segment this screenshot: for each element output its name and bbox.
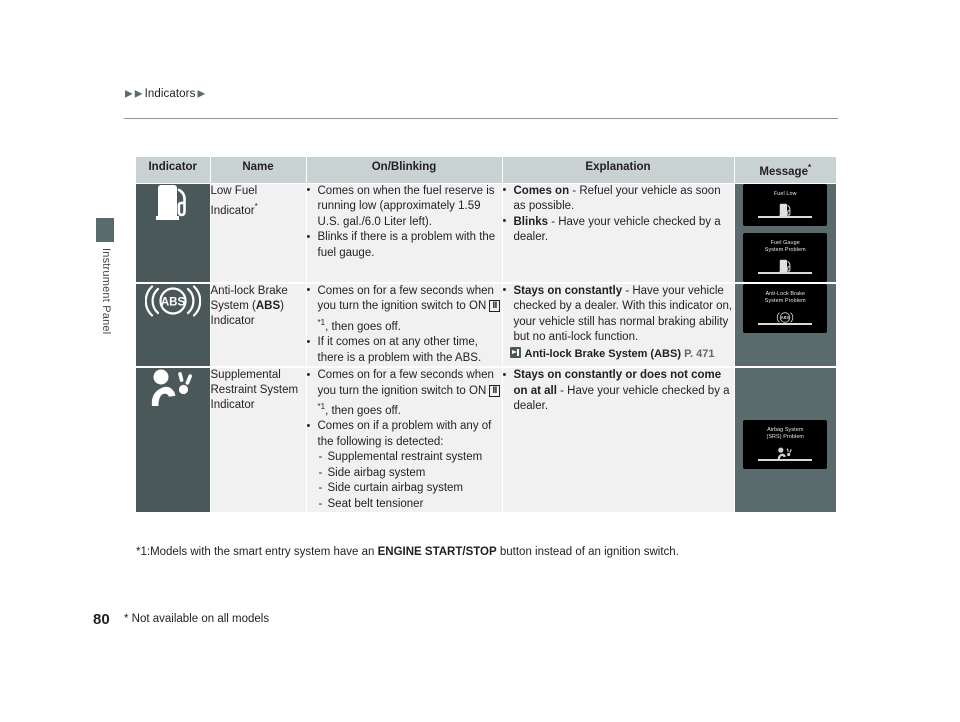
message-cell-srs: Airbag System (SRS) Problem	[734, 367, 836, 515]
table-row: ABS Anti-lock Brake System (ABS) Indicat…	[136, 282, 836, 369]
list-item: Comes on when the fuel reserve is runnin…	[307, 183, 502, 231]
footnote-ref: *1	[317, 402, 326, 412]
list-item: Comes on if a problem with any of the fo…	[307, 419, 502, 512]
message-screen-glyph: ABS	[746, 307, 824, 329]
explanation-keyword: Stays on constantly	[513, 284, 623, 297]
svg-text:ABS: ABS	[781, 315, 790, 320]
list-item: Stays on constantly or does not come on …	[503, 368, 734, 415]
sub-list-item: Seat belt tensioner	[318, 497, 502, 513]
indicator-cell-srs	[136, 367, 211, 515]
breadcrumb-arrow-icon: ▶	[134, 88, 143, 100]
on-blinking-text: Comes on for a few seconds when you turn…	[317, 369, 494, 397]
table-row: Low Fuel Indicator* Comes on when the fu…	[136, 183, 836, 284]
explanation-keyword: Comes on	[513, 184, 570, 197]
message-cell-low-fuel: Fuel Low Fuel Gauge System Problem	[734, 183, 836, 284]
indicator-name-text: Supplemental Restraint System Indicator	[210, 369, 299, 412]
explanation-cell-abs: Stays on constantly - Have your vehicle …	[502, 282, 735, 369]
on-blinking-text: Comes on if a problem with any of the fo…	[317, 420, 492, 448]
srs-airbag-icon	[151, 369, 192, 407]
column-header-message-text: Message	[759, 165, 808, 178]
table-header-row: Indicator Name On/Blinking Explanation M…	[136, 157, 836, 184]
breadcrumb-arrow-icon: ▶	[197, 88, 206, 100]
column-header-message-asterisk: *	[807, 163, 812, 172]
on-blinking-text: Comes on for a few seconds when you turn…	[317, 284, 494, 313]
indicator-cell-low-fuel	[136, 183, 211, 284]
message-screen-glyph	[746, 256, 824, 278]
name-cell-abs: Anti-lock Brake System (ABS) Indicator	[210, 282, 307, 369]
message-screen-underline	[758, 322, 813, 325]
message-screen: Anti-Lock Brake System Problem ABS	[743, 283, 828, 333]
indicator-cell-abs: ABS	[136, 282, 211, 369]
cross-reference-page: P. 471	[684, 347, 715, 360]
abs-icon: ABS	[144, 285, 201, 317]
list-item: Comes on for a few seconds when you turn…	[307, 368, 502, 419]
explanation-keyword: Blinks	[513, 215, 549, 228]
message-screen-glyph	[746, 443, 824, 465]
message-screen-text: Fuel Gauge System Problem	[764, 239, 806, 253]
column-header-explanation: Explanation	[501, 157, 735, 184]
ignition-position-icon: II	[489, 384, 500, 397]
sub-list-item: Side curtain airbag system	[318, 481, 502, 497]
cross-reference-title: Anti-lock Brake System (ABS)	[524, 347, 682, 360]
header-divider	[124, 118, 838, 119]
list-item: If it comes on at any other time, there …	[307, 335, 502, 366]
svg-text:ABS: ABS	[161, 296, 186, 308]
message-screen-text: Airbag System (SRS) Problem	[766, 427, 805, 441]
sub-list-item: Supplemental restraint system	[318, 450, 502, 466]
list-item: Stays on constantly - Have your vehicle …	[503, 283, 734, 346]
on-blinking-text: , then goes off.	[325, 320, 401, 333]
breadcrumb-label: Indicators	[144, 88, 196, 100]
message-screen-text: Anti-Lock Brake System Problem	[764, 290, 806, 304]
message-screen: Airbag System (SRS) Problem	[743, 420, 828, 470]
footnote-bold: ENGINE START/STOP	[377, 546, 497, 558]
list-item: Comes on for a few seconds when you turn…	[307, 283, 502, 335]
table-footnote: *1:Models with the smart entry system ha…	[136, 546, 679, 558]
message-screen-glyph	[746, 200, 824, 222]
cross-reference-link[interactable]: Anti-lock Brake System (ABS) P. 471	[503, 346, 734, 363]
breadcrumb-arrow-icon: ▶	[125, 88, 133, 100]
reference-arrow-icon	[509, 346, 521, 358]
list-item: Blinks - Have your vehicle checked by a …	[503, 214, 734, 246]
message-screen-underline	[758, 271, 813, 274]
on-blinking-text: , then goes off.	[325, 404, 401, 417]
column-header-indicator: Indicator	[136, 157, 211, 184]
column-header-on-blinking: On/Blinking	[305, 157, 503, 184]
indicator-name-bold: ABS	[255, 299, 281, 312]
on-blinking-cell-abs: Comes on for a few seconds when you turn…	[306, 282, 503, 369]
footnote-suffix: button instead of an ignition switch.	[496, 546, 679, 558]
section-tab-label: Instrument Panel	[100, 248, 112, 335]
message-screen: Fuel Gauge System Problem	[743, 232, 828, 282]
message-cell-abs: Anti-Lock Brake System Problem ABS	[734, 282, 836, 369]
footnote-ref: *1	[317, 317, 326, 327]
list-item: Blinks if there is a problem with the fu…	[307, 230, 502, 261]
fuel-pump-icon	[155, 184, 186, 220]
table-row: Supplemental Restraint System Indicator …	[136, 367, 836, 515]
ignition-position-icon: II	[489, 300, 500, 313]
sub-list-item: Side airbag system	[318, 466, 502, 482]
name-cell-low-fuel: Low Fuel Indicator*	[210, 183, 307, 284]
column-header-name: Name	[209, 157, 307, 184]
page-number: 80	[93, 611, 110, 628]
indicator-name-text: Low Fuel Indicator	[210, 184, 258, 217]
footnote-prefix: *1:Models with the smart entry system ha…	[136, 546, 378, 558]
message-screen-underline	[758, 215, 813, 218]
explanation-cell-srs: Stays on constantly or does not come on …	[502, 367, 735, 515]
message-screen: Fuel Low	[743, 183, 828, 226]
message-screen-underline	[758, 459, 813, 462]
indicators-table: Indicator Name On/Blinking Explanation M…	[136, 157, 836, 515]
on-blinking-cell-low-fuel: Comes on when the fuel reserve is runnin…	[306, 183, 503, 284]
list-item: Comes on - Refuel your vehicle as soon a…	[503, 183, 734, 215]
page-footnote: * Not available on all models	[124, 613, 270, 625]
on-blinking-cell-srs: Comes on for a few seconds when you turn…	[306, 367, 503, 515]
message-screen-text: Fuel Low	[773, 190, 797, 197]
column-header-message: Message*	[733, 157, 836, 184]
name-cell-srs: Supplemental Restraint System Indicator	[210, 367, 307, 515]
explanation-cell-low-fuel: Comes on - Refuel your vehicle as soon a…	[502, 183, 735, 284]
indicator-name-asterisk: *	[254, 201, 258, 211]
section-tab-marker	[96, 218, 114, 242]
breadcrumb: ▶ ▶ Indicators ▶	[124, 88, 206, 100]
